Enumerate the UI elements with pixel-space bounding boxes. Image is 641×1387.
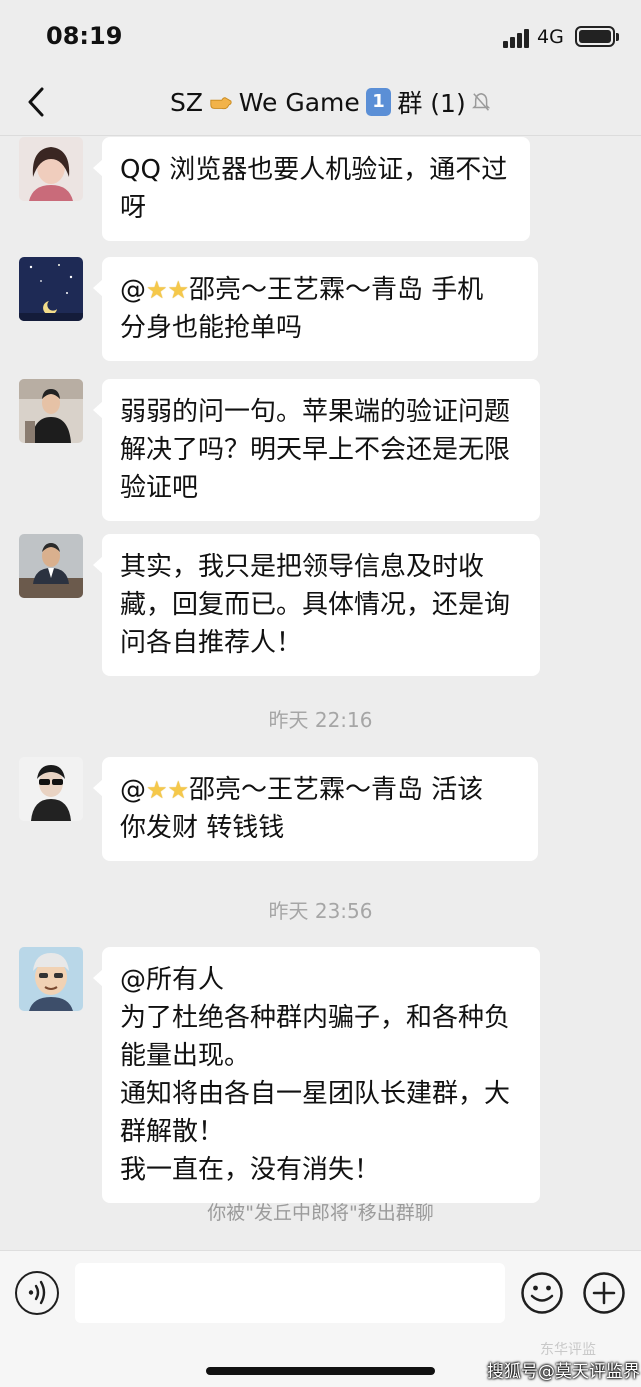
mention-text: 邵亮～王艺霖～青岛 活该 [189, 775, 484, 805]
avatar[interactable] [19, 947, 83, 1011]
signal-icon [503, 28, 531, 48]
avatar[interactable] [19, 379, 83, 443]
avatar[interactable] [19, 137, 83, 201]
emoji-button[interactable] [520, 1271, 564, 1315]
message-text: 藏，回复而已。具体情况，还是询 [120, 590, 511, 620]
pointing-hand-icon [210, 97, 232, 110]
mute-bell-icon [471, 93, 490, 111]
input-bar: 东华评监 搜狐号@莫天评监界 [0, 1250, 641, 1387]
timestamp: 昨天 23:56 [268, 899, 373, 923]
message-bubble[interactable]: QQ 浏览器也要人机验证，通不过 呀 [93, 137, 530, 241]
message-text: 验证吧 [120, 473, 199, 503]
avatar[interactable] [19, 534, 83, 598]
title-prefix: SZ [170, 87, 203, 117]
message-text: QQ 浏览器也要人机验证，通不过 [120, 155, 508, 185]
chat-header: SZ We Game 1 群 (1) [0, 70, 641, 136]
network-type: 4G [537, 26, 564, 48]
keycap-one-icon: 1 [365, 88, 392, 116]
message-text: 其实，我只是把领导信息及时收 [120, 552, 485, 582]
title-suffix: 群 (1) [397, 89, 466, 118]
star-icon: ★ [146, 776, 168, 804]
message-text: 你发财 转钱钱 [120, 813, 285, 843]
message-text: 通知将由各自一星团队长建群，大 [120, 1079, 511, 1109]
mention-at: @ [120, 775, 146, 805]
avatar[interactable] [19, 257, 83, 321]
message-bubble[interactable]: 其实，我只是把领导信息及时收 藏，回复而已。具体情况，还是询 问各自推荐人！ [93, 534, 540, 676]
back-arrow-icon[interactable] [22, 85, 52, 119]
system-note: 你被"发丘中郎将"移出群聊 [207, 1202, 434, 1224]
status-bar: 08:19 4G [0, 0, 641, 70]
chat-title: SZ We Game 1 群 (1) [170, 84, 490, 120]
home-indicator [206, 1367, 435, 1375]
message-text: 为了杜绝各种群内骗子，和各种负 [120, 1003, 511, 1033]
mention-text: 邵亮～王艺霖～青岛 手机 [189, 275, 484, 305]
star-icon: ★ [167, 776, 190, 804]
message-bubble[interactable]: @★★邵亮～王艺霖～青岛 手机 分身也能抢单吗 [93, 257, 538, 361]
message-text: @所有人 [120, 965, 225, 995]
message-text: 弱弱的问一句。苹果端的验证问题 [120, 397, 511, 427]
message-text: 问各自推荐人！ [120, 628, 303, 658]
message-text: @★★邵亮～王艺霖～青岛 手机 [120, 271, 520, 309]
message-text: @★★邵亮～王艺霖～青岛 活该 [120, 771, 520, 809]
message-text: 能量出现。 [120, 1041, 251, 1071]
title-game: We Game [238, 87, 360, 117]
message-text: 解决了吗？明天早上不会还是无限 [120, 435, 511, 465]
message-bubble[interactable]: @所有人 为了杜绝各种群内骗子，和各种负 能量出现。 通知将由各自一星团队长建群… [93, 947, 540, 1203]
message-text: 我一直在，没有消失！ [120, 1155, 381, 1185]
watermark: 搜狐号@莫天评监界 [487, 1362, 640, 1382]
message-bubble[interactable]: 弱弱的问一句。苹果端的验证问题 解决了吗？明天早上不会还是无限 验证吧 [93, 379, 540, 521]
message-bubble[interactable]: @★★邵亮～王艺霖～青岛 活该 你发财 转钱钱 [93, 757, 538, 861]
battery-icon [575, 26, 619, 47]
timestamp: 昨天 22:16 [268, 708, 373, 732]
status-time: 08:19 [46, 22, 123, 50]
message-text: 呀 [120, 193, 147, 223]
voice-icon [28, 1280, 46, 1305]
message-text: 群解散！ [120, 1117, 225, 1147]
more-options-button[interactable] [582, 1271, 626, 1315]
avatar[interactable] [19, 757, 83, 821]
star-icon: ★ [146, 276, 168, 304]
voice-input-button[interactable] [15, 1271, 59, 1315]
message-text: 分身也能抢单吗 [120, 313, 303, 343]
message-input[interactable] [75, 1263, 505, 1323]
star-icon: ★ [167, 276, 190, 304]
mention-at: @ [120, 275, 146, 305]
watermark-faint: 东华评监 [540, 1342, 596, 1358]
